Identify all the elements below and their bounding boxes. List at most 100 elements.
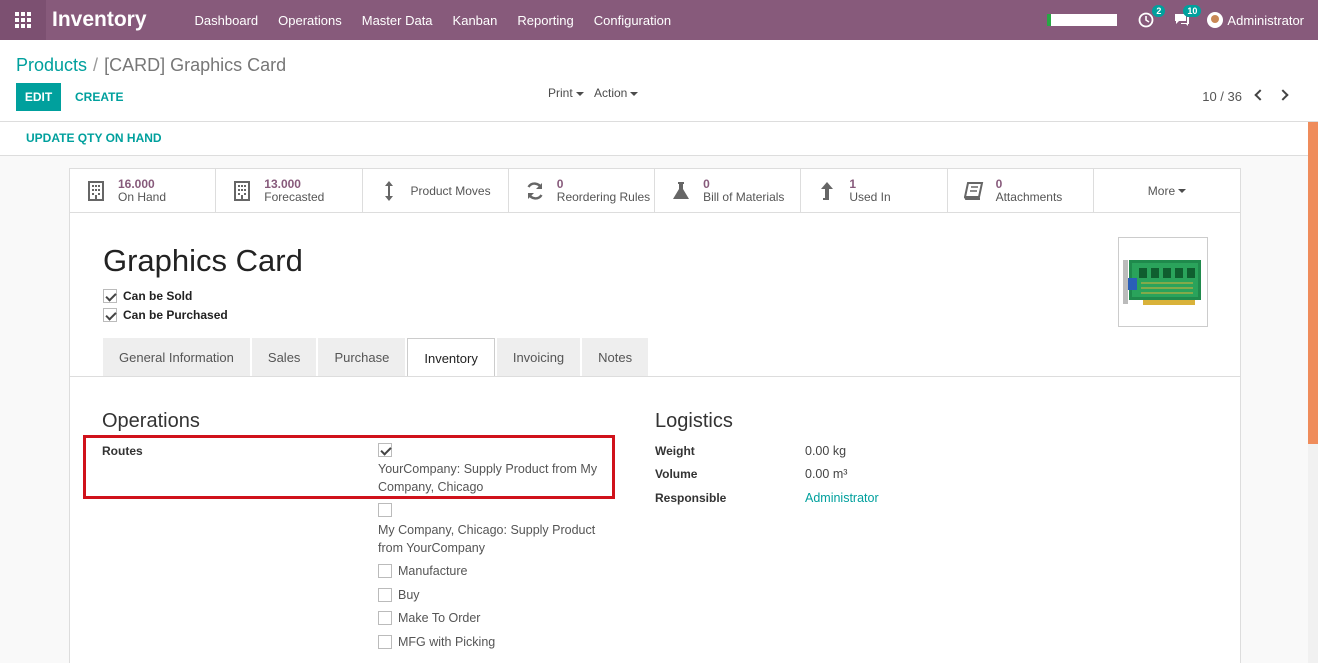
can-be-purchased-label: Can be Purchased bbox=[123, 308, 228, 322]
menu-configuration[interactable]: Configuration bbox=[584, 13, 681, 28]
attachments-button[interactable]: 0 Attachments bbox=[948, 169, 1094, 213]
route-label-supply-from-yourcompany: My Company, Chicago: Supply Product from… bbox=[378, 523, 596, 555]
apps-menu-button[interactable] bbox=[0, 0, 46, 40]
chevron-right-icon bbox=[1277, 89, 1289, 101]
messages-button[interactable]: 10 bbox=[1171, 5, 1202, 31]
systray: 2 10 Administrator bbox=[1047, 0, 1304, 40]
breadcrumb: Products / [CARD] Graphics Card bbox=[16, 55, 286, 76]
reordering-rules-label: Reordering Rules bbox=[556, 190, 651, 204]
responsible-link[interactable]: Administrator bbox=[805, 491, 879, 505]
breadcrumb-separator: / bbox=[93, 55, 99, 75]
can-be-sold-row: Can be Sold bbox=[103, 289, 192, 303]
level-up-icon bbox=[817, 180, 837, 202]
form-statusbar: UPDATE QTY ON HAND bbox=[0, 122, 1308, 156]
route-checkbox-supply-from-chicago[interactable] bbox=[378, 443, 392, 457]
route-checkbox-buy[interactable] bbox=[378, 588, 392, 602]
book-icon bbox=[963, 180, 984, 202]
pager-value[interactable]: 10 / 36 bbox=[1202, 89, 1242, 104]
route-label-manufacture: Manufacture bbox=[398, 564, 468, 578]
print-label: Print bbox=[548, 86, 573, 100]
flask-icon bbox=[671, 180, 691, 202]
route-label-make-to-order: Make To Order bbox=[398, 611, 481, 625]
tab-general-information[interactable]: General Information bbox=[103, 338, 250, 376]
app-title: Inventory bbox=[52, 8, 147, 31]
caret-down-icon bbox=[575, 91, 584, 96]
weight-value: 0.00 bbox=[805, 444, 830, 458]
activity-button[interactable]: 2 bbox=[1135, 5, 1166, 31]
chevron-left-icon bbox=[1254, 89, 1266, 101]
activity-badge: 2 bbox=[1152, 5, 1166, 17]
product-moves-button[interactable]: Product Moves bbox=[363, 169, 509, 213]
can-be-sold-label: Can be Sold bbox=[123, 289, 193, 303]
breadcrumb-current: [CARD] Graphics Card bbox=[104, 55, 287, 75]
route-label-mfg-with-picking: MFG with Picking bbox=[398, 635, 496, 649]
can-be-purchased-checkbox[interactable] bbox=[103, 308, 117, 322]
smart-button-box: 16.000 On Hand 13.000 Forecasted Product M… bbox=[70, 169, 1240, 213]
on-hand-button[interactable]: 16.000 On Hand bbox=[70, 169, 217, 213]
tab-invoicing[interactable]: Invoicing bbox=[496, 338, 581, 376]
building-icon bbox=[232, 180, 252, 202]
user-menu[interactable]: Administrator bbox=[1207, 12, 1304, 28]
route-checkbox-manufacture[interactable] bbox=[378, 564, 392, 578]
top-navbar: Inventory Dashboard Operations Master Da… bbox=[0, 0, 1318, 40]
menu-kanban[interactable]: Kanban bbox=[443, 13, 508, 28]
more-button[interactable]: More bbox=[1094, 169, 1240, 213]
product-name[interactable]: Graphics Card bbox=[103, 243, 303, 279]
attachments-label: Attachments bbox=[995, 190, 1063, 204]
operations-title: Operations bbox=[102, 410, 200, 432]
tab-sales[interactable]: Sales bbox=[251, 338, 317, 376]
building-icon bbox=[86, 180, 106, 202]
tab-notes[interactable]: Notes bbox=[582, 338, 649, 376]
menu-reporting[interactable]: Reporting bbox=[507, 13, 583, 28]
menu-operations[interactable]: Operations bbox=[268, 13, 352, 28]
main-menu: Dashboard Operations Master Data Kanban … bbox=[185, 13, 682, 28]
create-button[interactable]: CREATE bbox=[75, 90, 123, 104]
weight-field[interactable]: 0.00 kg bbox=[805, 444, 846, 458]
arrows-vertical-icon bbox=[379, 180, 399, 202]
onboarding-progress-bar[interactable] bbox=[1047, 14, 1118, 26]
avatar bbox=[1207, 12, 1224, 28]
volume-field[interactable]: 0.00 m³ bbox=[805, 467, 847, 481]
action-dropdown[interactable]: Action bbox=[594, 86, 639, 100]
can-be-sold-checkbox[interactable] bbox=[103, 289, 117, 303]
scrollbar[interactable] bbox=[1308, 122, 1318, 663]
edit-button[interactable]: EDIT bbox=[16, 83, 61, 111]
product-image[interactable] bbox=[1118, 237, 1208, 327]
tab-purchase[interactable]: Purchase bbox=[318, 338, 406, 376]
more-label: More bbox=[1147, 184, 1176, 198]
volume-unit: m³ bbox=[832, 467, 848, 481]
on-hand-label: On Hand bbox=[118, 190, 167, 204]
route-label-buy: Buy bbox=[398, 588, 420, 602]
can-be-purchased-row: Can be Purchased bbox=[103, 308, 228, 322]
bill-of-materials-button[interactable]: 0 Bill of Materials bbox=[655, 169, 802, 213]
logistics-title: Logistics bbox=[655, 410, 733, 432]
scrollbar-thumb[interactable] bbox=[1308, 122, 1318, 444]
notebook-tabs: General Information Sales Purchase Inven… bbox=[103, 338, 650, 377]
responsible-label: Responsible bbox=[655, 491, 727, 505]
pager-next-button[interactable] bbox=[1277, 88, 1292, 102]
apps-grid-icon bbox=[15, 12, 31, 28]
breadcrumb-products-link[interactable]: Products bbox=[16, 55, 87, 75]
route-buy: Buy bbox=[378, 588, 420, 602]
route-checkbox-mfg-with-picking[interactable] bbox=[378, 635, 392, 649]
caret-down-icon bbox=[630, 91, 639, 96]
menu-dashboard[interactable]: Dashboard bbox=[185, 13, 269, 28]
used-in-button[interactable]: 1 Used In bbox=[801, 169, 948, 213]
update-qty-on-hand-button[interactable]: UPDATE QTY ON HAND bbox=[26, 131, 162, 145]
reordering-rules-button[interactable]: 0 Reordering Rules bbox=[509, 169, 656, 213]
weight-label: Weight bbox=[655, 444, 695, 458]
graphics-card-image bbox=[1123, 260, 1201, 305]
weight-unit: kg bbox=[832, 444, 847, 458]
refresh-icon bbox=[525, 180, 545, 202]
product-moves-label: Product Moves bbox=[410, 184, 491, 198]
print-dropdown[interactable]: Print bbox=[548, 86, 584, 100]
menu-master-data[interactable]: Master Data bbox=[352, 13, 443, 28]
caret-down-icon bbox=[1178, 189, 1187, 193]
route-checkbox-supply-from-yourcompany[interactable] bbox=[378, 503, 392, 517]
route-checkbox-make-to-order[interactable] bbox=[378, 611, 392, 625]
messages-badge: 10 bbox=[1183, 5, 1202, 17]
pager-previous-button[interactable] bbox=[1252, 88, 1266, 102]
tab-inventory[interactable]: Inventory bbox=[407, 338, 495, 377]
tab-divider bbox=[70, 376, 1240, 377]
forecasted-button[interactable]: 13.000 Forecasted bbox=[216, 169, 363, 213]
